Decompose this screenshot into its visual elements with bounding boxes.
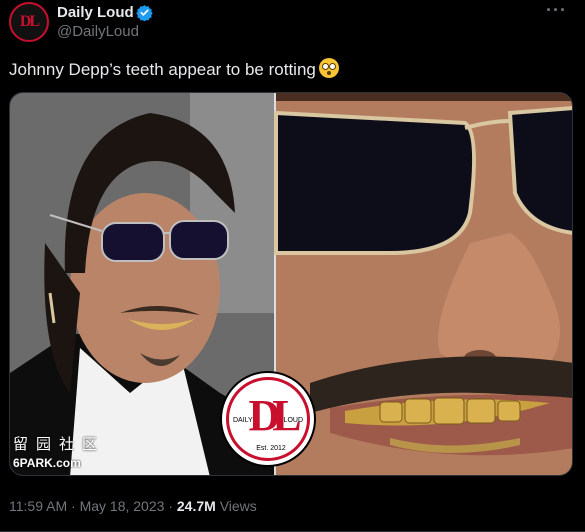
- watermark-chinese: 留园社区: [13, 435, 106, 453]
- daily-loud-logo-badge: DL DAILY LOUD Est. 2012: [220, 371, 316, 467]
- views-label: Views: [219, 498, 257, 514]
- meta-separator-2: ·: [168, 498, 173, 514]
- tweet-time[interactable]: 11:59 AM: [9, 498, 67, 514]
- avatar-logo: DL: [19, 13, 40, 30]
- logo-right-text: LOUD: [283, 417, 303, 424]
- meta-separator: ·: [71, 498, 76, 514]
- more-options-icon[interactable]: ···: [546, 0, 567, 21]
- logo-left-text: DAILY: [233, 417, 253, 424]
- author-avatar[interactable]: DL: [9, 2, 49, 42]
- tweet-text: Johnny Depp’s teeth appear to be rotting: [9, 58, 339, 80]
- tweet-text-content: Johnny Depp’s teeth appear to be rotting: [9, 60, 316, 79]
- logo-letters: DL: [248, 391, 301, 440]
- tweet-date[interactable]: May 18, 2023: [80, 498, 165, 514]
- watermark-english: 6PARK.com: [13, 456, 81, 470]
- author-handle[interactable]: @DailyLoud: [57, 23, 139, 40]
- verified-badge-icon: [136, 5, 153, 21]
- tweet-media-image[interactable]: 留园社区 6PARK.com DL DAILY LOUD Est. 2012: [9, 92, 573, 476]
- logo-ring: DL DAILY LOUD Est. 2012: [226, 377, 310, 461]
- watermark: 留园社区 6PARK.com: [13, 433, 105, 470]
- tweet-card: DL Daily Loud @DailyLoud ··· Johnny Depp…: [0, 0, 585, 532]
- author-display-name[interactable]: Daily Loud: [57, 4, 134, 21]
- logo-est-text: Est. 2012: [256, 445, 286, 452]
- views-count: 24.7M: [176, 498, 216, 514]
- tweet-meta: 11:59 AM · May 18, 2023 · 24.7M Views: [9, 498, 257, 514]
- flushed-face-emoji: [318, 58, 339, 78]
